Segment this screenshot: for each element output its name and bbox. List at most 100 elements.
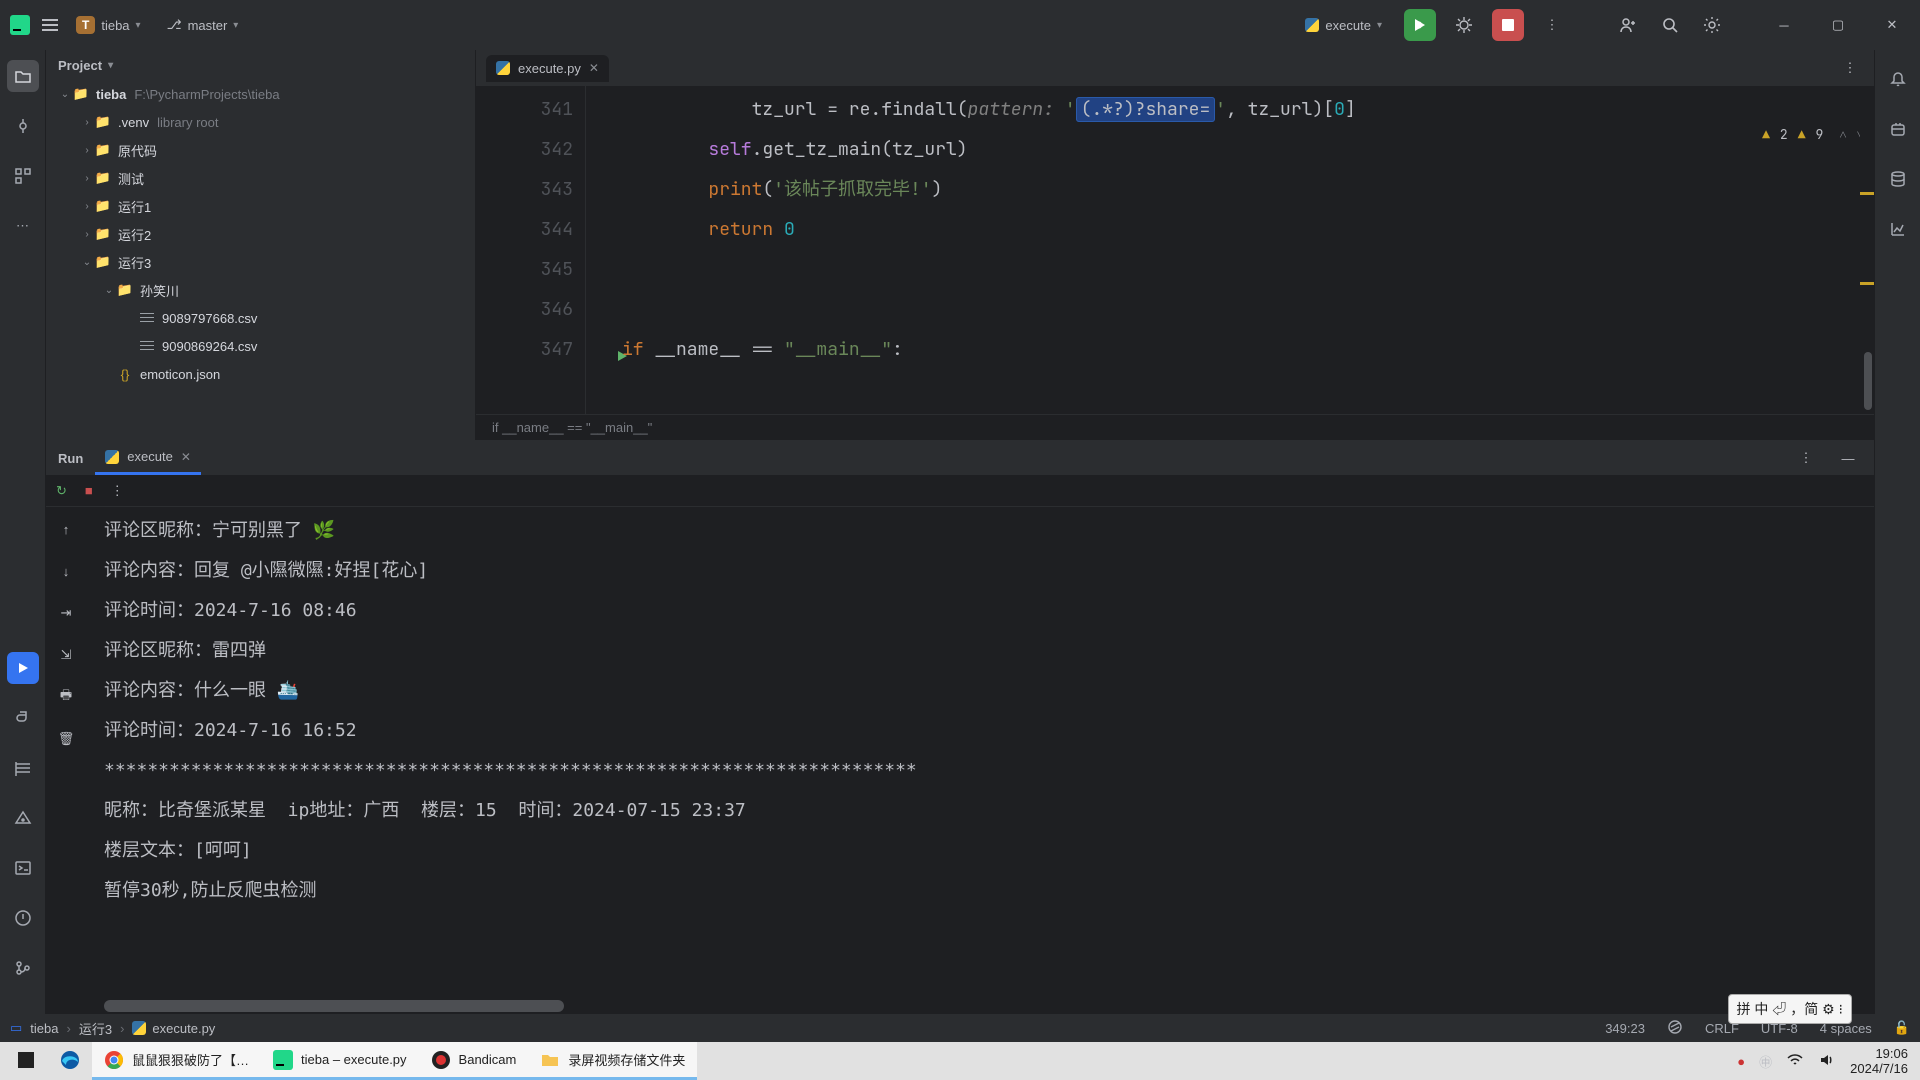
editor-tab-execute[interactable]: execute.py ✕: [486, 55, 609, 82]
line-separator[interactable]: [1667, 1019, 1683, 1038]
database-tool-button[interactable]: [1883, 164, 1913, 194]
band-icon: [431, 1050, 451, 1070]
project-panel: Project ▾ ⌄ 📁 tieba F:\PycharmProjects\t…: [46, 50, 476, 440]
tree-item[interactable]: ›📁运行2: [46, 220, 475, 248]
terminal-tool-button[interactable]: [7, 852, 39, 884]
editor-code[interactable]: tz_url = re.findall(pattern: '(.*?)?shar…: [586, 86, 1874, 414]
ime-toolbar[interactable]: 拼 中 ⏎ ，简 ⚙ ⁝: [1728, 994, 1852, 1024]
tree-item[interactable]: ⌄📁孙笑川: [46, 276, 475, 304]
structure-tool-button[interactable]: [7, 160, 39, 192]
taskbar-item[interactable]: Bandicam: [419, 1042, 529, 1080]
tree-item[interactable]: ⌄📁运行3: [46, 248, 475, 276]
python-console-button[interactable]: [7, 802, 39, 834]
sciview-tool-button[interactable]: [1883, 214, 1913, 244]
breadcrumb-item[interactable]: tieba: [30, 1021, 58, 1036]
close-tab-button[interactable]: ✕: [589, 61, 599, 75]
search-everywhere-button[interactable]: [1656, 11, 1684, 39]
stop-process-button[interactable]: ■: [85, 483, 93, 498]
taskbar-item-label: 鼠鼠狠狠破防了【…: [132, 1050, 249, 1069]
taskbar-item[interactable]: 录屏视频存储文件夹: [528, 1042, 697, 1080]
run-output[interactable]: 评论区昵称：宁可别黑了 🌿评论内容：回复 @小隰微隰:好捏[花心]评论时间：20…: [86, 507, 1874, 1014]
tree-item[interactable]: ›📁测试: [46, 164, 475, 192]
tree-item[interactable]: 9090869264.csv: [46, 332, 475, 360]
run-toolbar-more[interactable]: ⋮: [111, 483, 124, 499]
notifications-button[interactable]: [1883, 64, 1913, 94]
close-button[interactable]: ✕: [1872, 0, 1912, 50]
taskbar-item[interactable]: 鼠鼠狠狠破防了【…: [92, 1042, 261, 1080]
editor-breadcrumb[interactable]: if __name__ == "__main__": [476, 414, 1874, 440]
project-tool-button[interactable]: [7, 60, 39, 92]
problems-tool-button[interactable]: [7, 902, 39, 934]
hide-run-button[interactable]: —: [1834, 444, 1862, 472]
tree-item-label: 测试: [118, 169, 144, 188]
debug-button[interactable]: [1450, 11, 1478, 39]
taskbar: 鼠鼠狠狠破防了【… tieba – execute.pyBandicam录屏视频存…: [0, 1042, 1920, 1080]
tree-root[interactable]: ⌄ 📁 tieba F:\PycharmProjects\tieba: [46, 80, 475, 108]
taskbar-item[interactable]: [48, 1042, 92, 1080]
output-line: 评论内容：什么一眼 🛳️: [104, 671, 1874, 711]
editor-scrollbar[interactable]: [1860, 122, 1874, 388]
project-selector[interactable]: T tieba ▾: [68, 12, 149, 38]
run-config-selector[interactable]: execute ▾: [1297, 14, 1390, 37]
tree-item[interactable]: ›📁.venvlibrary root: [46, 108, 475, 136]
tree-item[interactable]: ›📁运行1: [46, 192, 475, 220]
commit-tool-button[interactable]: [7, 110, 39, 142]
tray-wifi-icon[interactable]: [1786, 1051, 1804, 1072]
tree-item[interactable]: 9089797668.csv: [46, 304, 475, 332]
caret-position[interactable]: 349:23: [1605, 1021, 1645, 1036]
editor-body[interactable]: 341342343344345346347 tz_url = re.findal…: [476, 86, 1874, 414]
inspection-summary[interactable]: ▲ 2 ▲ 9 ˄ ˅: [1762, 126, 1864, 143]
python-icon: [105, 450, 119, 464]
print-button[interactable]: 🖶: [52, 683, 80, 711]
rerun-button[interactable]: ↻: [56, 483, 67, 499]
stop-button[interactable]: [1492, 9, 1524, 41]
ai-assistant-button[interactable]: [1883, 114, 1913, 144]
maximize-button[interactable]: ▢: [1818, 0, 1858, 50]
close-run-tab-button[interactable]: ✕: [181, 450, 191, 464]
services-tool-button[interactable]: [7, 752, 39, 784]
editor-more-button[interactable]: ⋮: [1836, 54, 1864, 82]
prev-highlight-button[interactable]: ˄: [1839, 126, 1846, 143]
run-tool-button[interactable]: [7, 652, 39, 684]
project-tree[interactable]: ⌄ 📁 tieba F:\PycharmProjects\tieba ›📁.ve…: [46, 80, 475, 440]
minimize-button[interactable]: ─: [1764, 0, 1804, 50]
git-branch-selector[interactable]: master ▾: [159, 13, 247, 37]
more-actions-button[interactable]: ⋮: [1538, 11, 1566, 39]
more-tool-button[interactable]: ⋯: [7, 210, 39, 242]
soft-wrap-button[interactable]: ⇥: [52, 599, 80, 627]
editor-tab-label: execute.py: [518, 61, 581, 76]
code-with-me-button[interactable]: [1614, 11, 1642, 39]
tree-item[interactable]: {}emoticon.json: [46, 360, 475, 388]
taskbar-item[interactable]: tieba – execute.py: [261, 1042, 419, 1080]
project-panel-header[interactable]: Project ▾: [46, 50, 475, 80]
run-more-button[interactable]: ⋮: [1792, 444, 1820, 472]
scroll-to-end-button[interactable]: ⇲: [52, 641, 80, 669]
scrollbar-thumb[interactable]: [1864, 352, 1872, 410]
scroll-up-button[interactable]: ↑: [52, 515, 80, 543]
breadcrumb-item[interactable]: execute.py: [132, 1021, 215, 1036]
main-menu-button[interactable]: [42, 19, 58, 31]
settings-button[interactable]: [1698, 11, 1726, 39]
clear-button[interactable]: 🗑: [52, 725, 80, 753]
python-icon: [1305, 18, 1319, 32]
branch-label: master: [188, 18, 228, 33]
chevron-down-icon: ▾: [233, 20, 238, 31]
run-button[interactable]: [1404, 9, 1436, 41]
tray-recording-icon[interactable]: ●: [1737, 1054, 1745, 1069]
tray-ime-icon[interactable]: ㊥: [1759, 1052, 1772, 1071]
output-line: 评论区昵称：宁可别黑了 🌿: [104, 511, 1874, 551]
tray-volume-icon[interactable]: [1818, 1051, 1836, 1072]
run-side-toolbar: ↑ ↓ ⇥ ⇲ 🖶 🗑: [46, 507, 86, 1014]
tree-item[interactable]: ›📁原代码: [46, 136, 475, 164]
scroll-down-button[interactable]: ↓: [52, 557, 80, 585]
chevron-down-icon: ▾: [136, 20, 141, 31]
breadcrumb-item[interactable]: 运行3: [79, 1019, 112, 1038]
vcs-tool-button[interactable]: [7, 952, 39, 984]
tray-clock[interactable]: 19:06 2024/7/16: [1850, 1046, 1908, 1076]
taskbar-item[interactable]: [4, 1042, 48, 1080]
readonly-indicator[interactable]: 🔓: [1894, 1020, 1910, 1036]
module-icon: ▭: [10, 1020, 22, 1036]
horizontal-scrollbar[interactable]: [104, 1000, 564, 1012]
python-packages-button[interactable]: [7, 702, 39, 734]
run-tab-execute[interactable]: execute ✕: [95, 441, 201, 475]
